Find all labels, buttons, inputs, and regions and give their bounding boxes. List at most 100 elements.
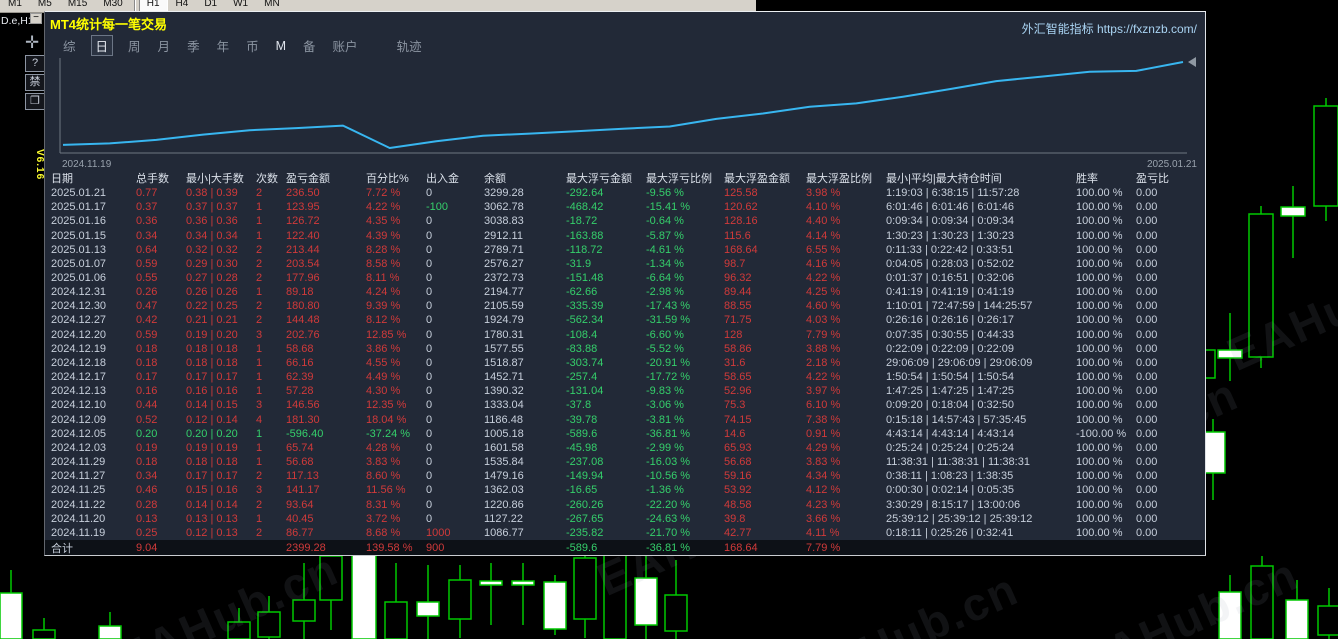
table-cell: 2025.01.21 xyxy=(51,187,107,200)
table-cell: 0:04:05 | 0:28:03 | 0:52:02 xyxy=(886,257,1015,270)
tab-M[interactable]: M xyxy=(274,39,288,53)
table-cell: -37.24 % xyxy=(366,427,411,440)
table-cell: 4.22 % xyxy=(806,371,841,384)
table-row: 2024.12.09 0.52 0.12 | 0.14 4 181.30 18.04 % 0… xyxy=(51,413,1205,427)
table-cell: 11.56 % xyxy=(366,484,406,497)
table-cell: 1 xyxy=(256,512,263,525)
table-cell: 4.30 % xyxy=(366,385,401,398)
table-cell: 0.34 xyxy=(136,470,158,483)
table-cell: 0 xyxy=(426,328,433,341)
table-row: 2024.12.05 0.20 0.20 | 0.20 1 -596.40 -37.24 … xyxy=(51,427,1205,441)
table-cell: 0.12 | 0.13 xyxy=(186,526,238,539)
table-cell: 12.85 % xyxy=(366,328,407,341)
table-cell: 合计 xyxy=(51,543,73,555)
move-icon[interactable]: ✛ xyxy=(25,34,39,51)
table-cell: -17.72 % xyxy=(646,371,691,384)
table-cell: 0.00 xyxy=(1136,484,1158,497)
table-cell: 181.30 xyxy=(286,413,320,426)
restore-icon[interactable]: ❐ xyxy=(25,93,45,110)
table-cell: -589.6 xyxy=(566,427,598,440)
table-cell: 0.00 xyxy=(1136,328,1158,341)
table-cell: 0.36 xyxy=(136,215,158,228)
table-total-row: 合计 9.04 2399.28 139.58 % 900 -589.6 -36.81 % 16… xyxy=(45,540,1205,555)
tab-轨迹[interactable]: 轨迹 xyxy=(395,36,424,55)
column-header: 总手数 xyxy=(136,173,169,185)
table-cell: 2024.11.22 xyxy=(51,498,106,511)
tab-月[interactable]: 月 xyxy=(156,36,173,55)
table-cell: 4.29 % xyxy=(806,441,841,454)
column-header: 最大浮亏比例 xyxy=(646,173,712,185)
table-cell: 8.31 % xyxy=(366,498,401,511)
table-cell: 1:47:25 | 1:47:25 | 1:47:25 xyxy=(886,385,1015,398)
tab-日[interactable]: 日 xyxy=(90,35,114,56)
table-cell: 86.77 xyxy=(286,526,314,539)
table-cell: -589.6 xyxy=(566,542,598,554)
table-cell: -596.40 xyxy=(286,427,324,440)
table-cell: 0.46 xyxy=(136,484,158,497)
table-cell: 100.00 % xyxy=(1076,187,1123,200)
table-cell: 42.77 xyxy=(724,526,752,539)
table-cell: 0 xyxy=(426,456,433,469)
table-cell: 39.8 xyxy=(724,512,746,525)
table-cell: 4.60 % xyxy=(806,300,841,313)
table-cell: 123.95 xyxy=(286,201,320,214)
table-cell: 2025.01.15 xyxy=(51,229,107,242)
table-cell: 2024.12.09 xyxy=(51,413,107,426)
table-cell: 59.16 xyxy=(724,470,752,483)
table-cell: 0.18 xyxy=(136,456,158,469)
table-cell: -3.06 % xyxy=(646,399,684,412)
column-header: 最小|平均|最大持仓时间 xyxy=(886,173,1002,185)
table-cell: 1127.22 xyxy=(484,512,523,525)
table-row: 2024.12.03 0.19 0.19 | 0.19 1 65.74 4.28 % 0 16… xyxy=(51,441,1205,455)
timeframe-button-m1[interactable]: M1 xyxy=(0,0,30,12)
table-cell: 0.32 | 0.32 xyxy=(186,243,238,256)
table-cell: 3:30:29 | 8:15:17 | 13:00:06 xyxy=(886,498,1021,511)
panel-tabs: 综日周月季年币 M 备账户 轨迹 xyxy=(61,35,424,56)
tab-综[interactable]: 综 xyxy=(61,36,78,55)
tab-账户[interactable]: 账户 xyxy=(331,36,360,55)
table-cell: 100.00 % xyxy=(1076,526,1123,539)
table-cell: 8.12 % xyxy=(366,314,401,327)
table-cell: 2024.11.19 xyxy=(51,526,106,539)
table-cell: 0.00 xyxy=(1136,441,1158,454)
table-cell: 0.44 xyxy=(136,399,158,412)
table-cell: 0:22:09 | 0:22:09 | 0:22:09 xyxy=(886,342,1015,355)
tab-年[interactable]: 年 xyxy=(215,36,232,55)
table-row: 2025.01.06 0.55 0.27 | 0.28 2 177.96 8.11 % 0 2… xyxy=(51,271,1205,285)
table-cell: 1000 xyxy=(426,526,451,539)
forbid-icon[interactable]: 禁 xyxy=(25,74,45,91)
tab-备[interactable]: 备 xyxy=(301,36,318,55)
table-cell: -303.74 xyxy=(566,356,604,369)
minimize-button[interactable]: − xyxy=(30,13,42,24)
table-row: 2024.12.20 0.59 0.19 | 0.20 3 202.76 12.85 % 0… xyxy=(51,328,1205,342)
table-cell: 7.72 % xyxy=(366,187,401,200)
table-cell: 117.13 xyxy=(286,470,319,483)
table-cell: 4.35 % xyxy=(366,215,401,228)
table-cell: 0 xyxy=(426,272,433,285)
table-cell: 4.16 % xyxy=(806,257,841,270)
table-cell: 100.00 % xyxy=(1076,371,1123,384)
table-cell: 0 xyxy=(426,385,433,398)
table-cell: 0:25:24 | 0:25:24 | 0:25:24 xyxy=(886,441,1015,454)
table-cell: -37.8 xyxy=(566,399,592,412)
table-cell: 1452.71 xyxy=(484,371,524,384)
table-cell: 2024.12.30 xyxy=(51,300,107,313)
table-cell: 6.10 % xyxy=(806,399,841,412)
table-row: 2024.12.10 0.44 0.14 | 0.15 3 146.56 12.35 % 0… xyxy=(51,398,1205,412)
table-row: 2024.11.20 0.13 0.13 | 0.13 1 40.45 3.72 % 0 11… xyxy=(51,512,1205,526)
table-cell: -237.08 xyxy=(566,456,604,469)
help-icon[interactable]: ? xyxy=(25,55,45,72)
table-cell: 8.28 % xyxy=(366,243,401,256)
tab-季[interactable]: 季 xyxy=(185,36,202,55)
table-cell: 8.58 % xyxy=(366,257,401,270)
table-cell: 2025.01.07 xyxy=(51,257,107,270)
tab-币[interactable]: 币 xyxy=(244,36,261,55)
table-cell: 0.18 xyxy=(136,356,158,369)
table-cell: 3 xyxy=(256,328,263,341)
tab-周[interactable]: 周 xyxy=(126,36,143,55)
table-cell: 100.00 % xyxy=(1076,342,1123,355)
table-header-row: 日期 总手数 最小|大手数 次数 盈亏金额 百分比% 出入金 余额 最大浮亏金额 最大浮亏比例 最大… xyxy=(51,170,1205,186)
table-cell: 0 xyxy=(426,441,433,454)
table-cell: 4.12 % xyxy=(806,484,841,497)
table-cell: 146.56 xyxy=(286,399,320,412)
